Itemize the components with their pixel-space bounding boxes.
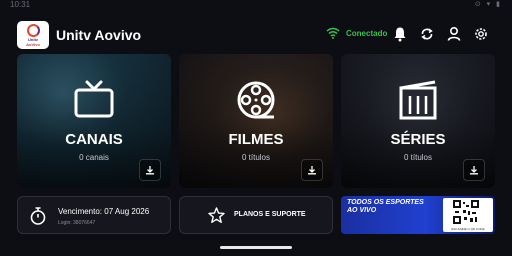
qr-caption: ESCANEIE O QR CODE xyxy=(451,227,485,231)
connection-status: Conectado xyxy=(326,27,387,39)
card-canais-label: CANAIS xyxy=(65,131,123,148)
connection-status-label: Conectado xyxy=(346,28,388,38)
download-icon xyxy=(146,166,154,175)
bell-icon[interactable] xyxy=(393,26,407,42)
logo-mark-icon xyxy=(26,23,40,37)
download-filmes-button[interactable] xyxy=(301,159,323,181)
expiry-date: Vencimento: 07 Aug 2026 xyxy=(58,207,150,216)
logo-subtext: AoVivo xyxy=(26,41,40,47)
card-series-label: SÉRIES xyxy=(390,131,446,148)
download-icon xyxy=(470,166,478,175)
download-canais-button[interactable] xyxy=(139,159,161,181)
expiry-box: Vencimento: 07 Aug 2026 Login: 38076647 xyxy=(17,196,171,234)
user-icon[interactable] xyxy=(447,26,461,42)
status-bar-indicators: ⊙ ▾ ▮ xyxy=(474,1,502,8)
sports-promo-banner[interactable]: TODOS OS ESPORTES AO VIVO ESCANEIE O QR … xyxy=(341,196,495,234)
download-series-button[interactable] xyxy=(463,159,485,181)
gear-icon[interactable] xyxy=(474,26,488,42)
home-indicator[interactable] xyxy=(220,246,292,249)
login-id: Login: 38076647 xyxy=(58,220,96,226)
app-title: Unitv Aovivo xyxy=(56,27,142,43)
tv-icon xyxy=(74,80,114,118)
plans-support-button[interactable]: PLANOS E SUPORTE xyxy=(179,196,333,234)
app-logo: Unitv AoVivo xyxy=(17,21,49,49)
refresh-icon[interactable] xyxy=(420,26,434,42)
banner-headline: TODOS OS ESPORTES AO VIVO xyxy=(347,199,424,214)
qr-code-icon xyxy=(453,200,479,224)
film-reel-icon xyxy=(237,81,275,119)
plans-support-label: PLANOS E SUPORTE xyxy=(234,211,306,218)
download-icon xyxy=(308,166,316,175)
wifi-icon xyxy=(326,27,340,39)
qr-code-box: ESCANEIE O QR CODE xyxy=(443,198,493,232)
status-bar-time: 10:31 xyxy=(10,0,31,9)
card-filmes-label: FILMES xyxy=(228,131,284,148)
clapperboard-icon xyxy=(399,80,437,120)
stopwatch-icon xyxy=(30,207,46,225)
star-icon xyxy=(208,207,225,223)
